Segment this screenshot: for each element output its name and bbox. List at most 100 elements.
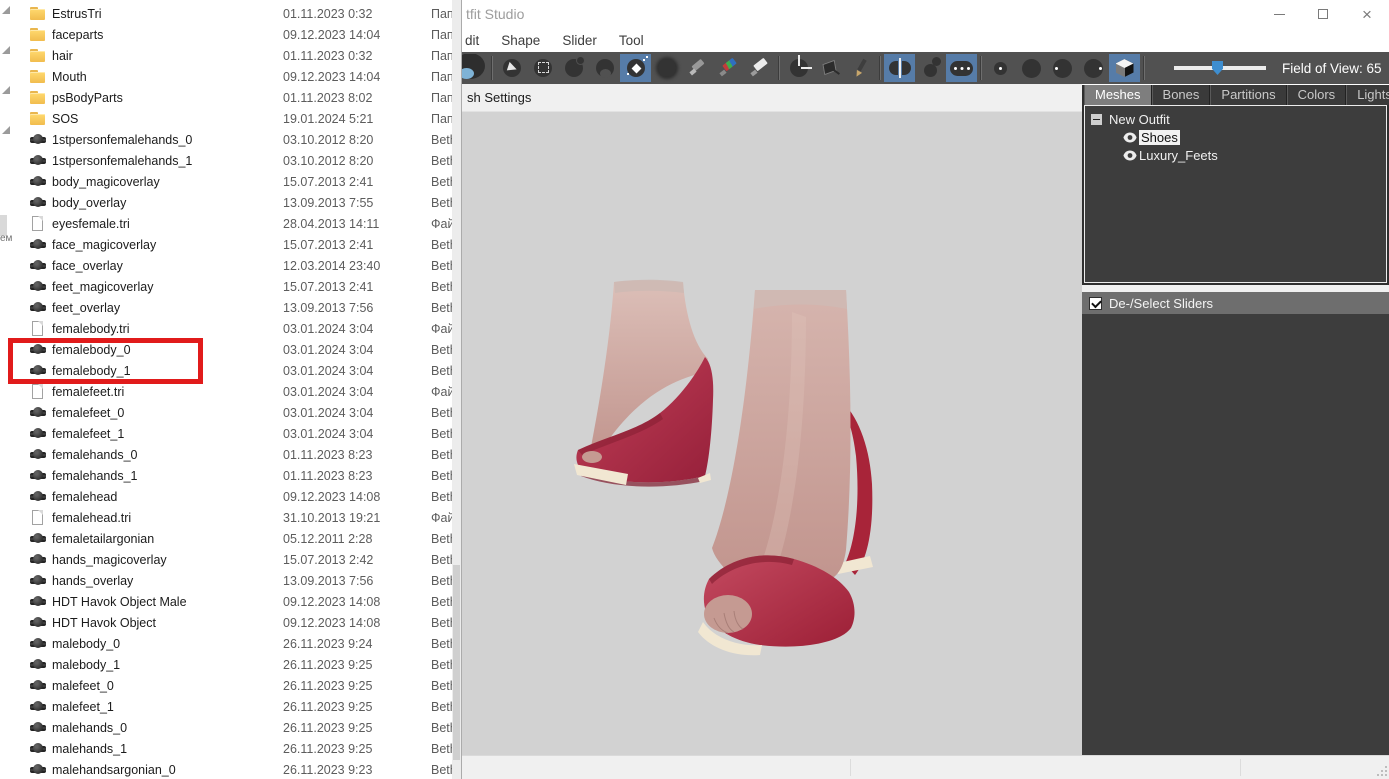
file-row[interactable]: faceparts09.12.2023 14:04Пап — [0, 24, 461, 45]
deselect-sliders-row[interactable]: De-/Select Sliders — [1082, 292, 1389, 314]
undiff-brush[interactable] — [682, 54, 713, 82]
select-tool[interactable] — [496, 54, 527, 82]
file-name: Mouth — [52, 70, 283, 84]
file-row[interactable]: malefeet_126.11.2023 9:25Beth — [0, 696, 461, 717]
mesh-icon — [30, 615, 46, 630]
brush-focus[interactable] — [1047, 54, 1078, 82]
file-row[interactable]: EstrusTri01.11.2023 0:32Пап — [0, 3, 461, 24]
tree-root-label: New Outfit — [1109, 112, 1170, 127]
minimize-icon — [1274, 14, 1285, 15]
file-row[interactable]: HDT Havok Object Male09.12.2023 14:08Bet… — [0, 591, 461, 612]
file-row[interactable]: body_magicoverlay15.07.2013 2:41Beth — [0, 171, 461, 192]
viewport-3d[interactable] — [462, 112, 1082, 755]
tab-bones[interactable]: Bones — [1152, 85, 1211, 105]
file-row[interactable]: femalehead.tri31.10.2013 19:21Фай. — [0, 507, 461, 528]
minimize-button[interactable] — [1257, 0, 1301, 28]
brush-settings-header[interactable]: sh Settings — [462, 84, 1082, 112]
tab-lights[interactable]: Lights — [1346, 85, 1389, 105]
color-brush[interactable] — [744, 54, 775, 82]
maximize-button[interactable] — [1301, 0, 1345, 28]
smooth-brush[interactable] — [651, 54, 682, 82]
file-row[interactable]: 1stpersonfemalehands_003.10.2012 8:20Bet… — [0, 129, 461, 150]
file-row[interactable]: HDT Havok Object09.12.2023 14:08Beth — [0, 612, 461, 633]
pin-tool[interactable] — [814, 54, 845, 82]
file-row[interactable]: body_overlay13.09.2013 7:55Beth — [0, 192, 461, 213]
inflate-brush[interactable] — [558, 54, 589, 82]
transform-tool[interactable] — [783, 54, 814, 82]
file-row[interactable]: femalehead09.12.2023 14:08Beth — [0, 486, 461, 507]
deflate-brush[interactable] — [589, 54, 620, 82]
file-row[interactable]: psBodyParts01.11.2023 8:02Пап — [0, 87, 461, 108]
pencil-tool[interactable] — [845, 54, 876, 82]
file-name: EstrusTri — [52, 7, 283, 21]
file-row[interactable]: malebody_126.11.2023 9:25Beth — [0, 654, 461, 675]
weight-brush[interactable] — [713, 54, 744, 82]
file-row[interactable]: malebody_026.11.2023 9:24Beth — [0, 633, 461, 654]
panel-splitter[interactable] — [1082, 285, 1389, 292]
file-name: eyesfemale.tri — [52, 217, 283, 231]
file-row[interactable]: SOS19.01.2024 5:21Пап — [0, 108, 461, 129]
file-row[interactable]: femalefeet_003.01.2024 3:04Beth — [0, 402, 461, 423]
file-row[interactable]: malehandsargonian_026.11.2023 9:23Beth — [0, 759, 461, 779]
close-button[interactable] — [1345, 0, 1389, 28]
file-row[interactable]: femalehands_001.11.2023 8:23Beth — [0, 444, 461, 465]
fov-slider-thumb[interactable] — [1212, 61, 1223, 75]
menu-slider[interactable]: Slider — [551, 33, 608, 48]
file-row[interactable]: feet_overlay13.09.2013 7:56Beth — [0, 297, 461, 318]
file-row[interactable]: hands_magicoverlay15.07.2013 2:42Beth — [0, 549, 461, 570]
connected-brush-toggle[interactable] — [915, 54, 946, 82]
mesh-item[interactable]: Luxury_Feets — [1085, 146, 1386, 164]
texture-toggle[interactable] — [1109, 54, 1140, 82]
file-name: femalefeet_0 — [52, 406, 283, 420]
checkbox-checked-icon[interactable] — [1089, 297, 1102, 310]
file-row[interactable]: femalefeet_103.01.2024 3:04Beth — [0, 423, 461, 444]
file-type: Пап — [431, 49, 454, 63]
file-row[interactable]: malehands_126.11.2023 9:25Beth — [0, 738, 461, 759]
load-reference[interactable] — [462, 54, 488, 82]
collapse-icon[interactable] — [1091, 114, 1102, 125]
file-row[interactable]: eyesfemale.tri28.04.2013 14:11Фай. — [0, 213, 461, 234]
menu-edit[interactable]: dit — [462, 33, 490, 48]
file-row[interactable]: malefeet_026.11.2023 9:25Beth — [0, 675, 461, 696]
explorer-scrollbar[interactable] — [452, 0, 461, 779]
tab-partitions[interactable]: Partitions — [1210, 85, 1286, 105]
file-row[interactable]: face_magicoverlay15.07.2013 2:41Beth — [0, 234, 461, 255]
file-row[interactable]: femalebody.tri03.01.2024 3:04Фай. — [0, 318, 461, 339]
file-date: 26.11.2023 9:25 — [283, 679, 431, 693]
menu-shape[interactable]: Shape — [490, 33, 551, 48]
global-brush-toggle[interactable] — [946, 54, 977, 82]
file-date: 31.10.2013 19:21 — [283, 511, 431, 525]
xmirror-toggle[interactable] — [884, 54, 915, 82]
file-row[interactable]: Mouth09.12.2023 14:04Пап — [0, 66, 461, 87]
file-row[interactable]: femaletailargonian05.12.2011 2:28Beth — [0, 528, 461, 549]
eye-icon[interactable] — [1123, 132, 1137, 143]
tree-root[interactable]: New Outfit — [1085, 110, 1386, 128]
file-row[interactable]: malehands_026.11.2023 9:25Beth — [0, 717, 461, 738]
menu-tool[interactable]: Tool — [608, 33, 655, 48]
fov-slider[interactable] — [1174, 66, 1266, 70]
brush-size-large[interactable] — [1016, 54, 1047, 82]
tab-colors[interactable]: Colors — [1287, 85, 1347, 105]
file-row[interactable]: hands_overlay13.09.2013 7:56Beth — [0, 570, 461, 591]
brush-size-small[interactable] — [985, 54, 1016, 82]
eye-icon[interactable] — [1123, 150, 1137, 161]
file-row[interactable]: femalehands_101.11.2023 8:23Beth — [0, 465, 461, 486]
mesh-item[interactable]: Shoes — [1085, 128, 1386, 146]
outfit-studio-window: tfit Studio dit Shape Slider Tool Field … — [461, 0, 1389, 779]
file-date: 03.01.2024 3:04 — [283, 322, 431, 336]
resize-grip-icon[interactable] — [1376, 765, 1388, 777]
title-bar[interactable]: tfit Studio — [462, 0, 1389, 28]
brush-spacing[interactable] — [1078, 54, 1109, 82]
file-date: 09.12.2023 14:08 — [283, 490, 431, 504]
file-row[interactable]: 1stpersonfemalehands_103.10.2012 8:20Bet… — [0, 150, 461, 171]
file-row[interactable]: femalefeet.tri03.01.2024 3:04Фай. — [0, 381, 461, 402]
scrollbar-thumb[interactable] — [453, 565, 460, 760]
move-brush[interactable] — [620, 54, 651, 82]
tab-meshes[interactable]: Meshes — [1084, 85, 1152, 105]
window-title: tfit Studio — [466, 6, 524, 22]
file-row[interactable]: feet_magicoverlay15.07.2013 2:41Beth — [0, 276, 461, 297]
mask-brush[interactable] — [527, 54, 558, 82]
mesh-icon — [30, 300, 46, 315]
file-row[interactable]: face_overlay12.03.2014 23:40Beth — [0, 255, 461, 276]
file-row[interactable]: hair01.11.2023 0:32Пап — [0, 45, 461, 66]
